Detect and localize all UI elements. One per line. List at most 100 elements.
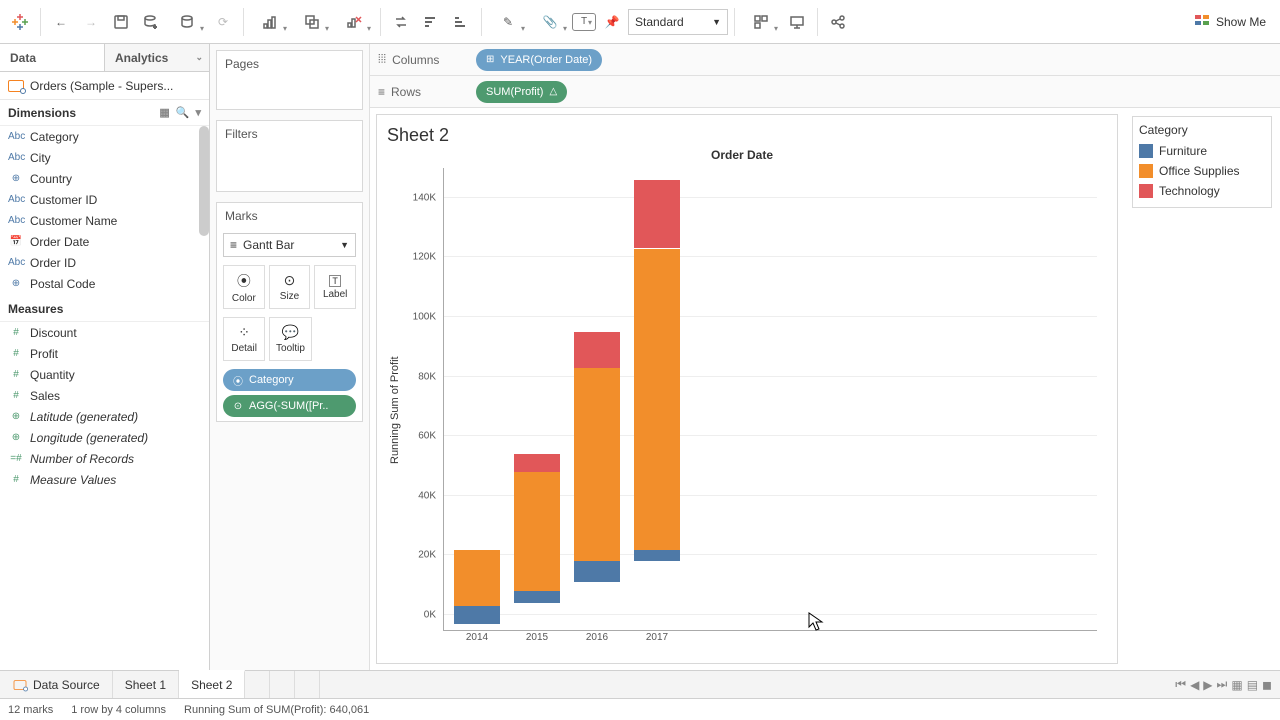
pin-icon[interactable]: 📌 bbox=[598, 8, 626, 36]
group-icon[interactable]: 📎 bbox=[530, 8, 570, 36]
bar-segment[interactable] bbox=[514, 472, 560, 591]
fit-dropdown[interactable]: Standard▼ bbox=[628, 9, 728, 35]
dimension-field[interactable]: ⊕Postal Code bbox=[0, 273, 209, 294]
bar-column[interactable] bbox=[454, 168, 500, 630]
color-button[interactable]: ⦿Color bbox=[223, 265, 265, 309]
scrollbar-thumb[interactable] bbox=[199, 126, 209, 236]
labels-icon[interactable]: T bbox=[572, 13, 596, 31]
bar-segment[interactable] bbox=[454, 550, 500, 607]
bar-column[interactable] bbox=[634, 168, 680, 630]
measure-field[interactable]: #Quantity bbox=[0, 364, 209, 385]
next-tab-icon[interactable]: ▶ bbox=[1203, 678, 1212, 692]
bar-segment[interactable] bbox=[634, 249, 680, 550]
tab-analytics[interactable]: Analytics⌄ bbox=[105, 44, 209, 71]
pill-year-order-date[interactable]: ⊞YEAR(Order Date) bbox=[476, 49, 602, 71]
new-datasource-icon[interactable] bbox=[137, 8, 165, 36]
autosave-icon[interactable] bbox=[167, 8, 207, 36]
measure-field[interactable]: ⊕Latitude (generated) bbox=[0, 406, 209, 427]
dimension-field[interactable]: AbcCustomer Name bbox=[0, 210, 209, 231]
legend-item[interactable]: Office Supplies bbox=[1139, 161, 1265, 181]
clear-icon[interactable] bbox=[334, 8, 374, 36]
save-icon[interactable] bbox=[107, 8, 135, 36]
detail-button[interactable]: ⁘Detail bbox=[223, 317, 265, 361]
datasource-icon bbox=[14, 680, 27, 690]
dimension-field[interactable]: AbcOrder ID bbox=[0, 252, 209, 273]
sort-desc-icon[interactable] bbox=[447, 8, 475, 36]
mark-type-dropdown[interactable]: ≡Gantt Bar ▼ bbox=[223, 233, 356, 257]
show-me-button[interactable]: Show Me bbox=[1186, 10, 1274, 34]
sort-asc-icon[interactable] bbox=[417, 8, 445, 36]
size-button[interactable]: ⊙Size bbox=[269, 265, 311, 309]
bar-segment[interactable] bbox=[454, 606, 500, 624]
field-type-icon: =# bbox=[8, 453, 24, 464]
duplicate-icon[interactable] bbox=[292, 8, 332, 36]
marks-pill-category[interactable]: ⦿Category bbox=[223, 369, 356, 391]
y-tick-label: 120K bbox=[413, 252, 436, 263]
refresh-icon[interactable]: ⟳ bbox=[209, 8, 237, 36]
tab-sheet-2[interactable]: Sheet 2 bbox=[179, 670, 245, 698]
prev-tab-icon[interactable]: ◀ bbox=[1190, 678, 1199, 692]
marks-pill-agg[interactable]: ⊙AGG(-SUM([Pr.. bbox=[223, 395, 356, 417]
measure-field[interactable]: #Measure Values bbox=[0, 469, 209, 490]
back-icon[interactable]: ← bbox=[47, 8, 75, 36]
new-worksheet-button[interactable] bbox=[245, 671, 270, 698]
field-label: Category bbox=[30, 130, 79, 144]
dimension-field[interactable]: AbcCategory bbox=[0, 126, 209, 147]
bar-segment[interactable] bbox=[574, 368, 620, 562]
datasource-item[interactable]: Orders (Sample - Supers... bbox=[0, 72, 209, 100]
measure-field[interactable]: #Sales bbox=[0, 385, 209, 406]
new-worksheet-icon[interactable] bbox=[250, 8, 290, 36]
tab-data[interactable]: Data bbox=[0, 44, 105, 71]
columns-shelf-label: ⦙⦙⦙Columns bbox=[378, 52, 468, 67]
dimension-field[interactable]: AbcCity bbox=[0, 147, 209, 168]
sheet-title[interactable]: Sheet 2 bbox=[387, 125, 1097, 146]
x-tick-label: 2017 bbox=[646, 632, 668, 643]
dimension-field[interactable]: AbcProduct ID bbox=[0, 294, 209, 296]
legend-item[interactable]: Furniture bbox=[1139, 141, 1265, 161]
first-tab-icon[interactable]: ⏮ bbox=[1175, 677, 1186, 692]
dimension-field[interactable]: AbcCustomer ID bbox=[0, 189, 209, 210]
menu-icon[interactable]: ▾ bbox=[195, 106, 201, 119]
show-tabs-icon[interactable]: ▦ bbox=[1231, 678, 1242, 692]
pages-shelf[interactable]: Pages bbox=[217, 51, 362, 77]
show-sort-icon[interactable]: ◼ bbox=[1262, 678, 1272, 692]
last-tab-icon[interactable]: ⏭ bbox=[1217, 677, 1228, 692]
tableau-logo-icon[interactable] bbox=[6, 8, 34, 36]
filters-shelf[interactable]: Filters bbox=[217, 121, 362, 147]
bar-segment[interactable] bbox=[514, 454, 560, 472]
measure-field[interactable]: #Discount bbox=[0, 322, 209, 343]
highlight-icon[interactable]: ✎ bbox=[488, 8, 528, 36]
bar-segment[interactable] bbox=[574, 332, 620, 368]
bar-segment[interactable] bbox=[574, 561, 620, 582]
tooltip-button[interactable]: 💬Tooltip bbox=[269, 317, 311, 361]
forward-icon[interactable]: → bbox=[77, 8, 105, 36]
new-story-button[interactable] bbox=[295, 671, 320, 698]
bar-segment[interactable] bbox=[634, 550, 680, 562]
bar-column[interactable] bbox=[574, 168, 620, 630]
field-label: Number of Records bbox=[30, 452, 134, 466]
table-calc-icon: △ bbox=[549, 86, 557, 97]
bar-column[interactable] bbox=[514, 168, 560, 630]
new-dashboard-button[interactable] bbox=[270, 671, 295, 698]
tab-sheet-1[interactable]: Sheet 1 bbox=[113, 671, 179, 698]
show-filmstrip-icon[interactable]: ▤ bbox=[1247, 678, 1258, 692]
bar-segment[interactable] bbox=[634, 180, 680, 249]
measure-field[interactable]: #Profit bbox=[0, 343, 209, 364]
tab-data-source[interactable]: Data Source bbox=[0, 671, 113, 698]
dimension-field[interactable]: 📅Order Date bbox=[0, 231, 209, 252]
measure-field[interactable]: =# Number of Records bbox=[0, 448, 209, 469]
swap-icon[interactable] bbox=[387, 8, 415, 36]
share-icon[interactable] bbox=[824, 8, 852, 36]
viz-canvas[interactable]: Sheet 2 Order Date Running Sum of Profit… bbox=[376, 114, 1118, 664]
dimension-field[interactable]: ⊕Country bbox=[0, 168, 209, 189]
cards-icon[interactable] bbox=[741, 8, 781, 36]
present-icon[interactable] bbox=[783, 8, 811, 36]
measure-field[interactable]: ⊕Longitude (generated) bbox=[0, 427, 209, 448]
bar-segment[interactable] bbox=[514, 591, 560, 603]
search-icon[interactable]: 🔍 bbox=[176, 106, 190, 119]
legend-item[interactable]: Technology bbox=[1139, 181, 1265, 201]
pill-sum-profit[interactable]: SUM(Profit)△ bbox=[476, 81, 567, 103]
view-data-icon[interactable]: ▦ bbox=[159, 106, 169, 119]
label-button[interactable]: TLabel bbox=[314, 265, 356, 309]
y-tick-label: 80K bbox=[418, 371, 436, 382]
